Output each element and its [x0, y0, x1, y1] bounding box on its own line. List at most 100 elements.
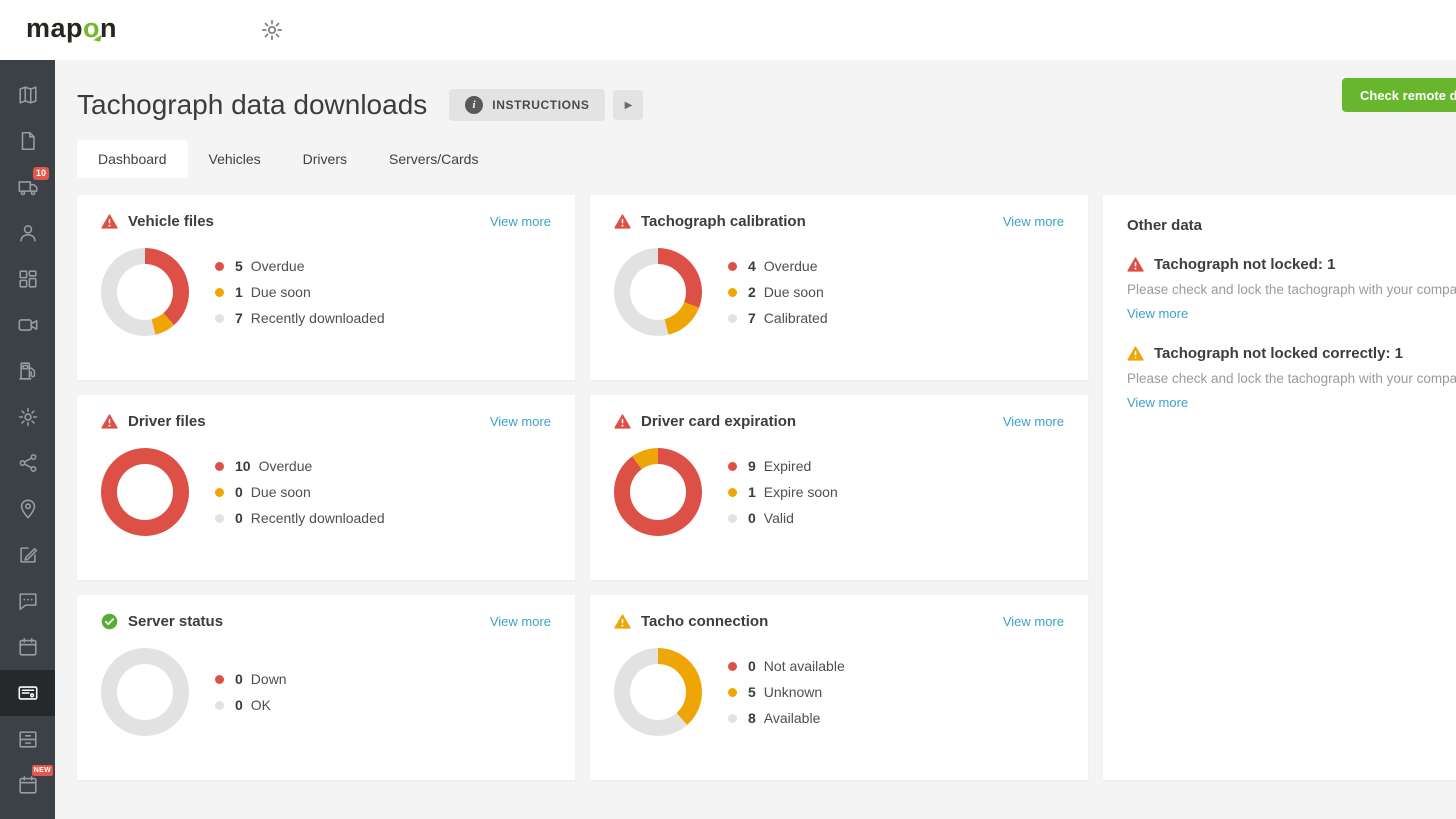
legend-label: Available: [764, 710, 821, 726]
legend-dot-yellow: [728, 688, 737, 697]
legend-dot-gray: [728, 514, 737, 523]
sidebar-item-gear[interactable]: [0, 394, 55, 440]
donut-chart: [614, 648, 702, 736]
file-icon: [17, 130, 39, 152]
legend-dot-red: [728, 462, 737, 471]
legend-dot-gray: [215, 514, 224, 523]
dashboard-card: Vehicle filesView more5Overdue1Due soon7…: [77, 195, 575, 380]
alert-description: Please check and lock the tachograph wit…: [1127, 371, 1456, 386]
tab-dashboard[interactable]: Dashboard: [77, 140, 188, 178]
sidebar-item-user[interactable]: [0, 210, 55, 256]
mapon-logo[interactable]: mapon: [26, 13, 117, 44]
legend-value: 0: [748, 510, 756, 526]
legend-value: 7: [748, 310, 756, 326]
view-more-link[interactable]: View more: [490, 214, 551, 229]
alert-title: Tachograph not locked: 1: [1154, 256, 1335, 273]
sidebar: 10 NEW: [0, 60, 55, 819]
logo-text: map: [26, 13, 83, 43]
view-more-link[interactable]: View more: [1003, 414, 1064, 429]
card-column-left: Vehicle filesView more5Overdue1Due soon7…: [77, 195, 575, 780]
view-more-link[interactable]: View more: [1127, 306, 1188, 321]
tab-vehicles[interactable]: Vehicles: [188, 140, 282, 178]
sidebar-item-edit[interactable]: [0, 532, 55, 578]
camera-icon: [17, 314, 39, 336]
tab-bar: DashboardVehiclesDriversServers/Cards: [77, 140, 1456, 178]
legend-value: 7: [235, 310, 243, 326]
legend-dot-red: [215, 675, 224, 684]
legend-value: 0: [235, 697, 243, 713]
notification-badge: 10: [33, 167, 49, 180]
archive-icon: [17, 728, 39, 750]
legend-label: Expired: [764, 458, 811, 474]
legend-label: Overdue: [764, 258, 818, 274]
sidebar-item-calendar[interactable]: [0, 624, 55, 670]
sidebar-item-tachograph[interactable]: [0, 670, 55, 716]
dashboard-card: Tacho connectionView more0Not available5…: [590, 595, 1088, 780]
sidebar-item-map[interactable]: [0, 72, 55, 118]
play-button[interactable]: ▶: [613, 90, 643, 120]
sidebar-item-dashboard[interactable]: [0, 256, 55, 302]
sidebar-item-archive[interactable]: [0, 716, 55, 762]
view-more-link[interactable]: View more: [1003, 214, 1064, 229]
warning-triangle-icon: [101, 214, 118, 229]
legend-dot-gray: [215, 701, 224, 710]
share-icon: [17, 452, 39, 474]
legend-label: Unknown: [764, 684, 822, 700]
legend: 10Overdue0Due soon0Recently downloaded: [215, 458, 385, 526]
dashboard-card: Driver card expirationView more9Expired1…: [590, 395, 1088, 580]
legend-value: 10: [235, 458, 251, 474]
legend-label: Valid: [764, 510, 794, 526]
legend-item: 10Overdue: [215, 458, 385, 474]
warning-triangle-icon: [614, 414, 631, 429]
tab-drivers[interactable]: Drivers: [282, 140, 368, 178]
tab-servers-cards[interactable]: Servers/Cards: [368, 140, 499, 178]
dashboard-card: Tachograph calibrationView more4Overdue2…: [590, 195, 1088, 380]
sidebar-item-file[interactable]: [0, 118, 55, 164]
legend-label: Recently downloaded: [251, 510, 385, 526]
legend: 4Overdue2Due soon7Calibrated: [728, 258, 828, 326]
legend-dot-yellow: [728, 488, 737, 497]
gear-icon[interactable]: [260, 18, 284, 42]
legend-item: 0 Valid: [728, 510, 838, 526]
view-more-link[interactable]: View more: [1127, 395, 1188, 410]
legend-label: Due soon: [764, 284, 824, 300]
pin-icon: [17, 498, 39, 520]
main-content: Tachograph data downloads i INSTRUCTIONS…: [55, 60, 1456, 819]
legend-item: 0Due soon: [215, 484, 385, 500]
check-remote-downloads-button[interactable]: Check remote downloads: [1342, 78, 1456, 112]
gear-icon: [17, 406, 39, 428]
sidebar-item-share[interactable]: [0, 440, 55, 486]
tachograph-icon: [17, 682, 39, 704]
legend-label: Due soon: [251, 484, 311, 500]
legend-item: 5Overdue: [215, 258, 385, 274]
dashboard-grid: Vehicle filesView more5Overdue1Due soon7…: [77, 195, 1456, 780]
sidebar-item-fuel[interactable]: [0, 348, 55, 394]
play-icon: ▶: [625, 100, 633, 111]
donut-chart: [101, 248, 189, 336]
donut-chart: [614, 248, 702, 336]
logo-text: n: [100, 13, 117, 43]
warning-triangle-icon: [1127, 346, 1144, 361]
sidebar-item-camera[interactable]: [0, 302, 55, 348]
legend: 9 Expired 1Expire soon 0 Valid: [728, 458, 838, 526]
legend-item: 1Expire soon: [728, 484, 838, 500]
info-icon: i: [465, 96, 483, 114]
view-more-link[interactable]: View more: [490, 414, 551, 429]
legend-dot-red: [728, 662, 737, 671]
sidebar-item-truck[interactable]: 10: [0, 164, 55, 210]
instructions-label: INSTRUCTIONS: [492, 98, 589, 112]
calendar-icon: [17, 636, 39, 658]
instructions-button[interactable]: i INSTRUCTIONS: [449, 89, 605, 121]
legend-label: Due soon: [251, 284, 311, 300]
legend-item: 4Overdue: [728, 258, 828, 274]
legend-value: 9: [748, 458, 756, 474]
legend-label: Overdue: [251, 258, 305, 274]
view-more-link[interactable]: View more: [1003, 614, 1064, 629]
view-more-link[interactable]: View more: [490, 614, 551, 629]
legend-label: Calibrated: [764, 310, 828, 326]
sidebar-item-calendar-new[interactable]: NEW: [0, 762, 55, 808]
legend-item: 1Due soon: [215, 284, 385, 300]
sidebar-item-pin[interactable]: [0, 486, 55, 532]
sidebar-item-chat[interactable]: [0, 578, 55, 624]
dashboard-card: Driver filesView more10Overdue0Due soon0…: [77, 395, 575, 580]
